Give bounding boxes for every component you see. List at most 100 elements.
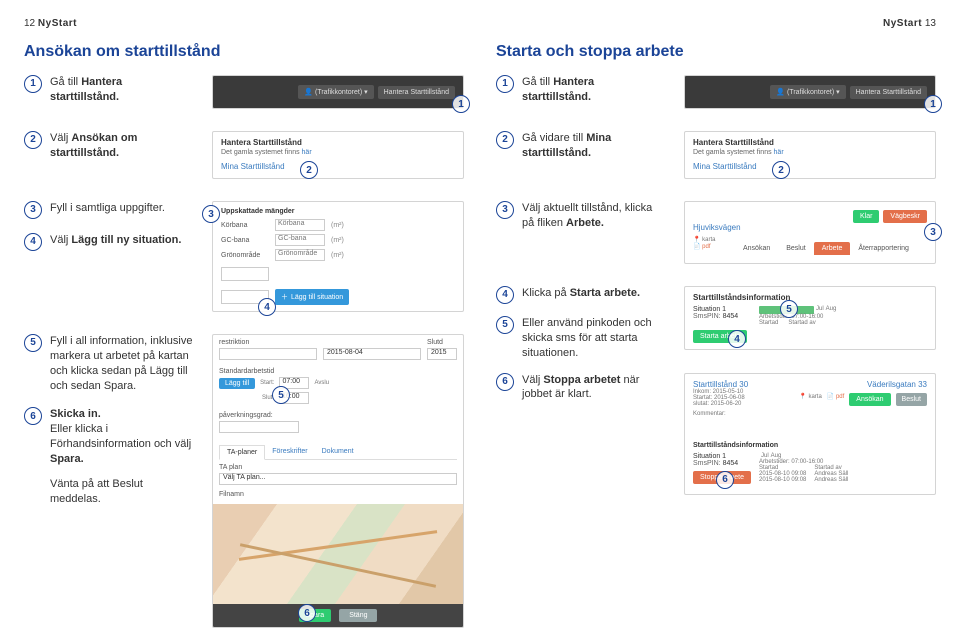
right-step2-text: 2 Gå vidare till Mina starttillstånd. bbox=[496, 131, 666, 161]
page-num-left: 12 NyStart bbox=[24, 18, 77, 29]
select-taplan[interactable]: Välj TA plan... bbox=[219, 473, 457, 485]
left-step6d-text: Vänta på att Beslut meddelas. bbox=[24, 477, 194, 507]
detail-karta-link[interactable]: 📍 karta bbox=[799, 393, 821, 406]
badge-1r: 1 bbox=[496, 75, 514, 93]
badge-3: 3 bbox=[24, 201, 42, 219]
form-row-gron: Grönområde Grönområde (m²) bbox=[221, 249, 455, 261]
detail-ansokan-btn[interactable]: Ansökan bbox=[849, 393, 890, 406]
badge-4: 4 bbox=[24, 233, 42, 251]
screenshot-topbar-left: 👤 (Trafikkontoret) ▾ Hantera Starttillst… bbox=[212, 75, 464, 109]
mina-link[interactable]: Mina Starttillstånd bbox=[221, 162, 285, 171]
input-date2[interactable]: 2015 bbox=[427, 348, 457, 360]
label-restriktion: restriktion bbox=[219, 339, 317, 346]
badge-6: 6 bbox=[24, 407, 42, 425]
hantera-title: Hantera Starttillstånd bbox=[221, 138, 455, 147]
tab-ansokan[interactable]: Ansökan bbox=[735, 242, 778, 255]
left-step4-text: 4 Välj Lägg till ny situation. bbox=[24, 233, 194, 251]
street-link[interactable]: Hjuviksvägen bbox=[693, 223, 927, 232]
left-step5-text: 5 Fyll i all information, inklusive mark… bbox=[24, 334, 194, 393]
badge-4r: 4 bbox=[496, 286, 514, 304]
vagbeskr-button[interactable]: Vägbeskr bbox=[883, 210, 927, 223]
screenshot-bigform: restriktion 2015-08-04 Slutd 2015 Standar… bbox=[212, 334, 464, 628]
label-taplan: TA plan bbox=[219, 464, 457, 471]
label-std: Standardarbetstid bbox=[219, 368, 457, 375]
close-button[interactable]: Stäng bbox=[339, 609, 377, 622]
tab-arbete[interactable]: Arbete bbox=[814, 242, 851, 255]
input-gron[interactable]: Grönområde bbox=[275, 249, 325, 261]
page-header: 12 NyStart NyStart 13 bbox=[24, 18, 936, 29]
callout-2r: 2 bbox=[772, 161, 790, 179]
callout-5r: 5 bbox=[780, 300, 798, 318]
form-row-gcbana: GC-bana GC-bana (m²) bbox=[221, 234, 455, 246]
left-step6-text: 6 Skicka in.Eller klicka i Förhandsinfor… bbox=[24, 407, 194, 466]
callout-3: 3 bbox=[202, 205, 220, 223]
select-generic[interactable] bbox=[221, 267, 269, 281]
karta-link[interactable]: 📍 karta bbox=[693, 236, 727, 243]
nav-hantera-button-r[interactable]: Hantera Starttillstånd bbox=[850, 86, 927, 99]
hantera-old-link-r[interactable]: här bbox=[774, 149, 784, 156]
callout-5: 5 bbox=[272, 386, 290, 404]
detail-beslut-btn[interactable]: Beslut bbox=[896, 393, 927, 406]
user-chip-r[interactable]: 👤 (Trafikkontoret) ▾ bbox=[770, 85, 845, 99]
mina-link-r[interactable]: Mina Starttillstånd bbox=[693, 162, 757, 171]
left-step2-text: 2 Välj Ansökan om starttillstånd. bbox=[24, 131, 194, 161]
map-view[interactable] bbox=[213, 504, 463, 604]
user-chip[interactable]: 👤 (Trafikkontoret) ▾ bbox=[298, 85, 373, 99]
klar-button[interactable]: Klar bbox=[853, 210, 879, 223]
left-step3-text: 3 Fyll i samtliga uppgifter. bbox=[24, 201, 194, 219]
callout-4: 4 bbox=[258, 298, 276, 316]
callout-1: 1 bbox=[452, 95, 470, 113]
form-row-korbana: Körbana Körbana (m²) bbox=[221, 219, 455, 231]
select-paverkning[interactable] bbox=[219, 421, 299, 433]
screenshot-form: Uppskattade mängder Körbana Körbana (m²)… bbox=[212, 201, 464, 312]
input-gcbana[interactable]: GC-bana bbox=[275, 234, 325, 246]
page-num-right: NyStart 13 bbox=[883, 18, 936, 29]
right-step3-text: 3 Välj aktuellt tillstånd, klicka på fli… bbox=[496, 201, 666, 231]
select-restriktion[interactable] bbox=[219, 348, 317, 360]
nav-hantera-button[interactable]: Hantera Starttillstånd bbox=[378, 86, 455, 99]
sitinfo-header: Starttillståndsinformation bbox=[693, 293, 927, 302]
tabs-tapplan: TA-planer Föreskrifter Dokument bbox=[219, 445, 457, 460]
sitinfo-header2: Starttillståndsinformation bbox=[693, 442, 927, 449]
label-slutd: Slutd bbox=[427, 339, 457, 346]
screenshot-hantera-left: Hantera Starttillstånd Det gamla systeme… bbox=[212, 131, 464, 179]
detail-pdf-link[interactable]: 📄 pdf bbox=[827, 393, 844, 406]
hantera-title-r: Hantera Starttillstånd bbox=[693, 138, 927, 147]
tab-aterrapp[interactable]: Återrapportering bbox=[850, 242, 917, 255]
kommentar-input[interactable] bbox=[693, 420, 927, 436]
screenshot-sitinfo: Starttillståndsinformation Situation 1 S… bbox=[684, 286, 936, 350]
callout-1r: 1 bbox=[924, 95, 942, 113]
detail-name[interactable]: Starttillstånd 30 bbox=[693, 380, 748, 389]
hantera-sub: Det gamla systemet finns här bbox=[221, 149, 455, 156]
add-situation-button[interactable]: ＋ Lägg till situation bbox=[275, 289, 349, 305]
tab-foreskrifter[interactable]: Föreskrifter bbox=[265, 445, 314, 459]
detail-addr[interactable]: Väderilsgatan 33 bbox=[867, 380, 927, 389]
hantera-sub-r: Det gamla systemet finns här bbox=[693, 149, 927, 156]
label-paverkning: påverkningsgrad: bbox=[219, 412, 457, 419]
badge-1: 1 bbox=[24, 75, 42, 93]
input-korbana[interactable]: Körbana bbox=[275, 219, 325, 231]
label-filnamn: Filnamn bbox=[219, 491, 457, 498]
badge-5: 5 bbox=[24, 334, 42, 352]
badge-2r: 2 bbox=[496, 131, 514, 149]
right-step6-text: 6 Välj Stoppa arbetet när jobbet är klar… bbox=[496, 373, 666, 403]
right-step1-text: 1 Gå till Hantera starttillstånd. bbox=[496, 75, 666, 105]
pdf-link[interactable]: 📄 pdf bbox=[693, 243, 727, 250]
input-date[interactable]: 2015-08-04 bbox=[323, 348, 421, 360]
callout-6r: 6 bbox=[716, 471, 734, 489]
tab-taplaner[interactable]: TA-planer bbox=[219, 445, 265, 460]
callout-6: 6 bbox=[298, 604, 316, 622]
screenshot-tabbar: Klar Vägbeskr Hjuviksvägen 📍 karta 📄 pdf… bbox=[684, 201, 936, 264]
callout-2: 2 bbox=[300, 161, 318, 179]
badge-2: 2 bbox=[24, 131, 42, 149]
badge-6r: 6 bbox=[496, 373, 514, 391]
tab-dokument[interactable]: Dokument bbox=[315, 445, 361, 459]
tab-beslut[interactable]: Beslut bbox=[778, 242, 813, 255]
screenshot-topbar-right: 👤 (Trafikkontoret) ▾ Hantera Starttillst… bbox=[684, 75, 936, 109]
add-button[interactable]: Lägg till bbox=[219, 378, 255, 389]
right-column: Starta och stoppa arbete 1 Gå till Hante… bbox=[496, 43, 936, 628]
callout-3r: 3 bbox=[924, 223, 942, 241]
hantera-old-link[interactable]: här bbox=[302, 149, 312, 156]
left-step1-text: 1 Gå till Hantera starttillstånd. bbox=[24, 75, 194, 105]
form-heading: Uppskattade mängder bbox=[221, 208, 455, 215]
